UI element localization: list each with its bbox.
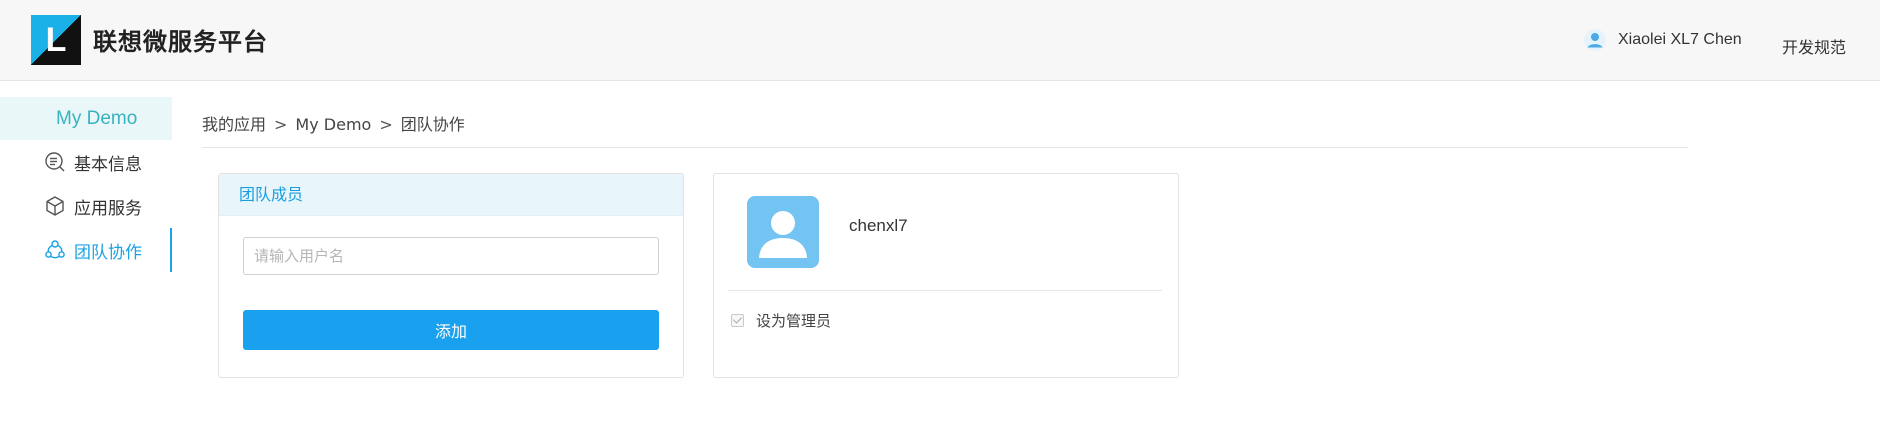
breadcrumb-item-my-apps[interactable]: 我的应用 bbox=[202, 115, 266, 134]
breadcrumb-separator: > bbox=[274, 115, 288, 134]
team-icon bbox=[45, 240, 65, 259]
set-admin-row: 设为管理员 bbox=[731, 310, 831, 331]
list-search-icon bbox=[45, 152, 65, 172]
member-name: chenxl7 bbox=[849, 216, 908, 235]
top-header: L 联想微服务平台 Xiaolei XL7 Chen 开发规范 bbox=[0, 0, 1880, 81]
cube-icon bbox=[46, 196, 64, 216]
sidebar-item-team[interactable]: 团队协作 bbox=[0, 228, 172, 272]
sidebar-item-basic-info[interactable]: 基本信息 bbox=[0, 140, 172, 184]
breadcrumb: 我的应用 > My Demo > 团队协作 bbox=[202, 111, 465, 135]
card-title: 团队成员 bbox=[219, 174, 683, 216]
add-member-button[interactable]: 添加 bbox=[243, 310, 659, 350]
user-icon bbox=[1584, 29, 1606, 51]
member-card: chenxl7 设为管理员 bbox=[713, 173, 1179, 378]
sidebar-item-app-services[interactable]: 应用服务 bbox=[0, 184, 172, 228]
dev-guidelines-link[interactable]: 开发规范 bbox=[1782, 34, 1846, 58]
user-name: Xiaolei XL7 Chen bbox=[1618, 31, 1742, 48]
sidebar-item-label: 基本信息 bbox=[74, 154, 142, 175]
person-icon bbox=[759, 211, 807, 258]
breadcrumb-item-app[interactable]: My Demo bbox=[295, 115, 371, 134]
logo-letter: L bbox=[45, 21, 67, 59]
breadcrumb-separator: > bbox=[379, 115, 393, 134]
set-admin-checkbox[interactable] bbox=[731, 314, 744, 327]
team-members-card: 团队成员 添加 bbox=[218, 173, 684, 378]
card-divider bbox=[728, 290, 1162, 291]
brand-title: 联想微服务平台 bbox=[93, 28, 268, 56]
sidebar: My Demo 基本信息 应用服务 团队协作 bbox=[0, 97, 172, 272]
sidebar-item-label: 应用服务 bbox=[74, 198, 142, 219]
sidebar-item-label: 团队协作 bbox=[74, 242, 142, 263]
content-divider bbox=[202, 147, 1688, 148]
set-admin-label[interactable]: 设为管理员 bbox=[756, 310, 831, 331]
user-menu[interactable]: Xiaolei XL7 Chen bbox=[1584, 28, 1742, 52]
member-avatar bbox=[747, 196, 819, 268]
breadcrumb-item-current: 团队协作 bbox=[400, 115, 465, 134]
username-input[interactable] bbox=[243, 237, 659, 275]
lenovo-logo[interactable]: L bbox=[31, 15, 81, 65]
sidebar-app-title[interactable]: My Demo bbox=[0, 97, 172, 140]
